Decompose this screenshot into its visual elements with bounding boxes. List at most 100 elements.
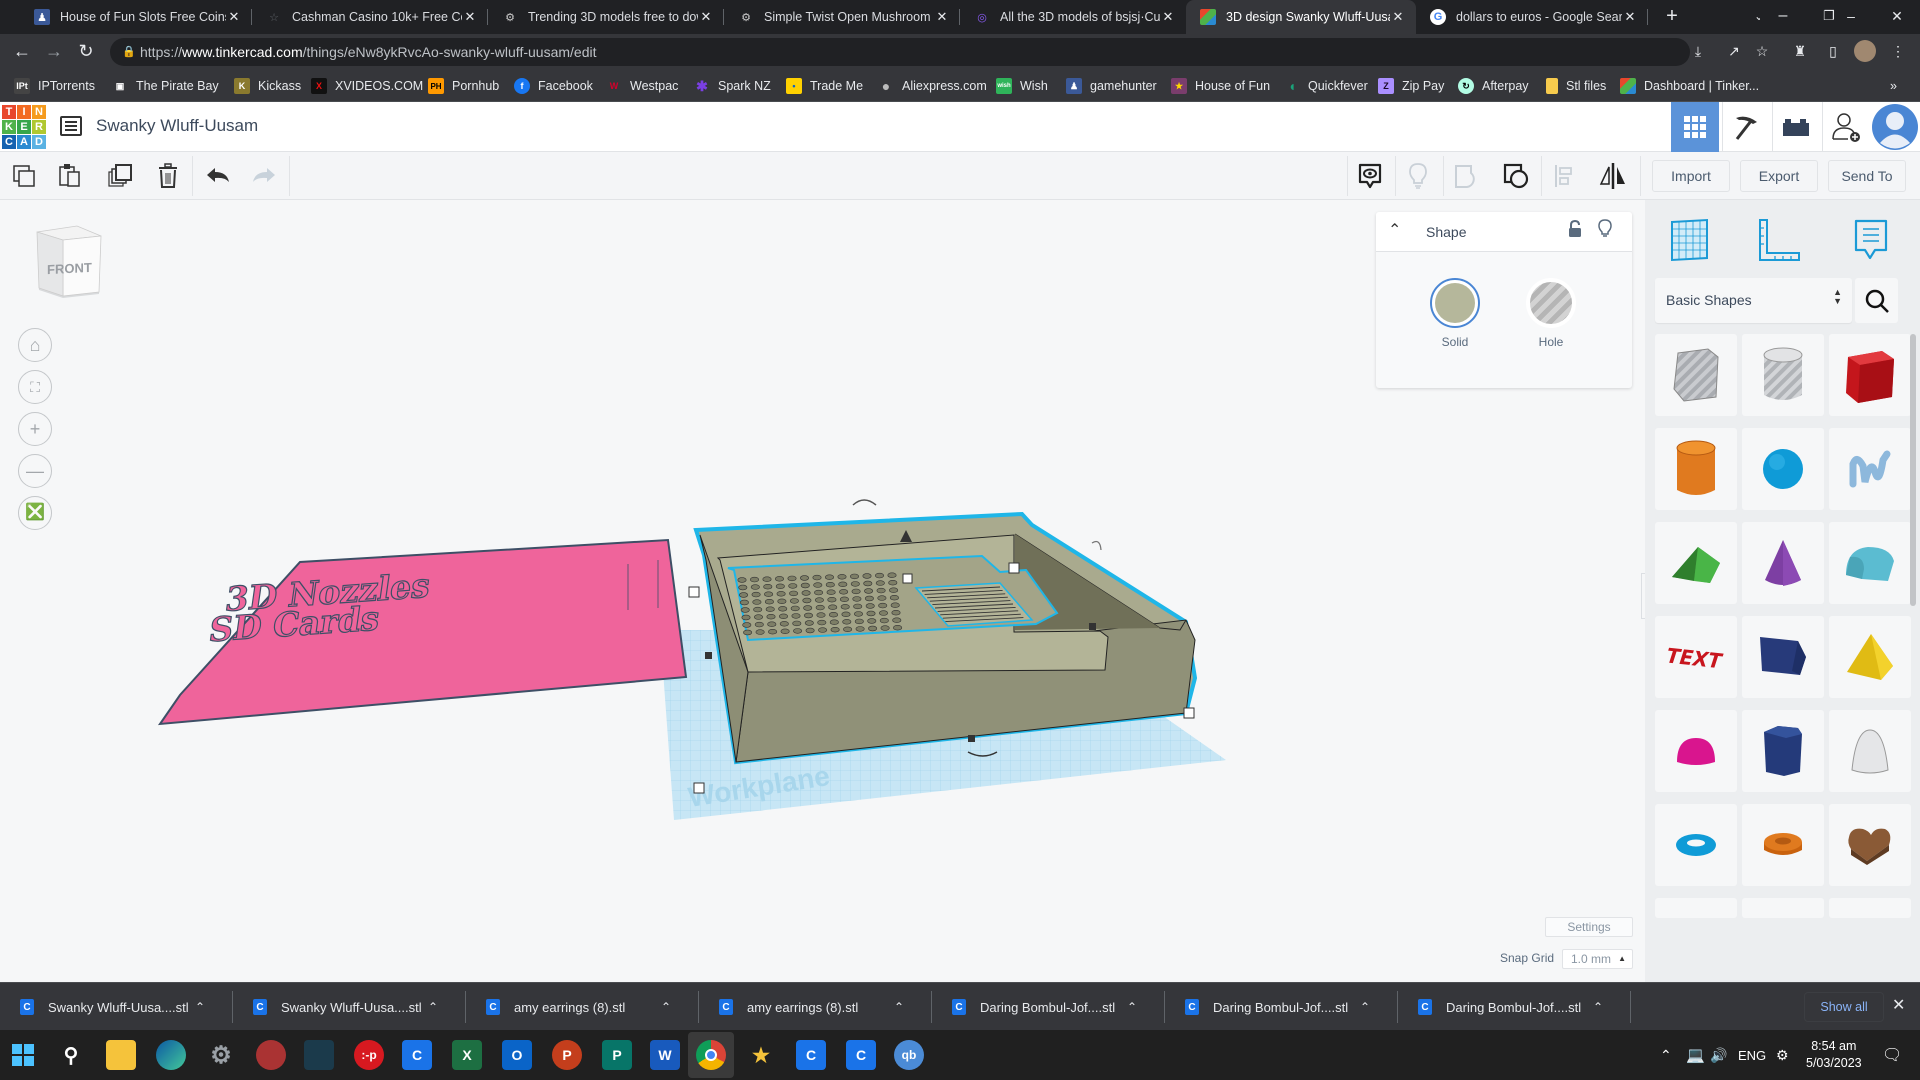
lock-icon[interactable] [1568,219,1582,237]
show-all-button[interactable] [1356,162,1384,190]
shape-pyramid[interactable] [1829,616,1911,698]
close-downloads-bar-icon[interactable]: ✕ [1892,995,1905,1015]
resize-handle-top[interactable] [902,573,913,584]
shape-box-hole[interactable] [1655,334,1737,416]
send-to-button[interactable]: Send To [1828,160,1906,192]
minecraft-view-button[interactable] [1722,102,1768,152]
resize-handle-edge[interactable] [1089,623,1096,630]
app-icon[interactable]: ★ [746,1040,776,1070]
settings-button[interactable]: Settings [1545,917,1633,937]
window-close-button[interactable]: ✕ [1874,0,1920,34]
solid-color-button[interactable] [1430,278,1480,328]
forward-button[interactable]: → [42,40,66,64]
ruler-tool-button[interactable] [1757,218,1801,267]
shape-heart[interactable] [1829,804,1911,886]
shape-polygon[interactable] [1742,616,1824,698]
resize-handle-edge[interactable] [968,735,975,742]
hide-button[interactable] [1404,162,1432,190]
shape-cell-partial[interactable] [1655,898,1737,918]
shape-cell-partial[interactable] [1829,898,1911,918]
import-button[interactable]: Import [1652,160,1730,192]
shape-tube[interactable] [1742,804,1824,886]
shape-cone[interactable] [1742,522,1824,604]
download-item[interactable]: C Daring Bombul-Jof....stl ⌃ [1398,983,1631,1031]
extensions-icon[interactable]: ♜ [1790,43,1810,61]
align-button[interactable] [1550,162,1578,190]
outlook-icon[interactable]: O [502,1040,532,1070]
shape-round-roof[interactable] [1829,522,1911,604]
bookmark[interactable]: wish Wish [996,77,1048,95]
bricks-view-button[interactable] [1772,102,1818,152]
shape-cylinder-hole[interactable] [1742,334,1824,416]
browser-tab[interactable]: ⚙ Trending 3D models free to dow ✕ [488,0,724,34]
bookmark[interactable]: ✱ Spark NZ [694,77,771,95]
download-item[interactable]: C Swanky Wluff-Uusa....stl ⌃ [233,983,466,1031]
reload-button[interactable]: ↻ [74,40,98,64]
user-avatar[interactable] [1870,102,1920,152]
bookmark[interactable]: ♟ gamehunter [1066,77,1157,95]
back-button[interactable]: ← [10,40,34,64]
bookmark[interactable]: Dashboard | Tinker... [1620,77,1759,95]
export-button[interactable]: Export [1740,160,1818,192]
paste-button[interactable] [56,162,84,190]
share-icon[interactable]: ↗ [1724,43,1744,61]
close-tab-icon[interactable]: ✕ [1160,9,1176,25]
cura-icon[interactable]: C [846,1040,876,1070]
settings-icon[interactable]: ⚙ [206,1040,236,1070]
bookmark[interactable]: ↻ Afterpay [1458,77,1529,95]
invite-user-button[interactable] [1822,102,1868,152]
show-hidden-icons-button[interactable]: ⌃ [1660,1030,1672,1080]
network-icon[interactable]: 💻 [1686,1030,1705,1080]
app-icon[interactable] [256,1040,286,1070]
install-app-icon[interactable]: ⤓ [1688,43,1708,61]
bookmark[interactable]: ◖ Quickfever [1284,77,1368,95]
clock[interactable]: 8:54 am 5/03/2023 [1806,1030,1862,1080]
redo-button[interactable] [250,162,278,190]
download-item[interactable]: C Daring Bombul-Jof....stl ⌃ [932,983,1165,1031]
start-button[interactable] [8,1040,38,1070]
chrome-icon[interactable] [696,1040,726,1070]
close-tab-icon[interactable]: ✕ [698,9,714,25]
shape-sphere[interactable] [1742,428,1824,510]
3d-viewport[interactable]: FRONT ⌂ ⛶ + — ❎ Workplane 3D Nozzles SD … [0,200,1655,982]
download-options-chevron-icon[interactable]: ⌃ [1360,1000,1370,1014]
bookmark[interactable]: PH Pornhub [428,77,499,95]
qbittorrent-icon[interactable]: qb [894,1040,924,1070]
download-item[interactable]: C Daring Bombul-Jof....stl ⌃ [1165,983,1398,1031]
bookmark[interactable]: f Facebook [514,77,593,95]
hole-button[interactable] [1526,278,1576,328]
browser-menu-icon[interactable]: ⋮ [1888,43,1908,61]
close-tab-icon[interactable]: ✕ [462,9,478,25]
shape-paraboloid[interactable] [1829,710,1911,792]
close-tab-icon[interactable]: ✕ [934,9,950,25]
duplicate-button[interactable] [106,162,134,190]
excel-icon[interactable]: X [452,1040,482,1070]
shape-hex-prism[interactable] [1742,710,1824,792]
bookmark[interactable]: IPt IPTorrents [14,77,95,95]
browser-tab[interactable]: G dollars to euros - Google Search ✕ [1416,0,1648,34]
notes-tool-button[interactable] [1853,218,1889,269]
mirror-button[interactable] [1598,162,1626,190]
shape-scribble[interactable] [1829,428,1911,510]
window-restore-button[interactable]: ❐ [1806,0,1852,34]
workplane-tool-button[interactable] [1669,218,1711,267]
download-options-chevron-icon[interactable]: ⌃ [894,1000,904,1014]
powerpoint-icon[interactable]: P [552,1040,582,1070]
cura-icon[interactable]: C [402,1040,432,1070]
download-options-chevron-icon[interactable]: ⌃ [1127,1000,1137,1014]
download-item[interactable]: Camy earrings (8).stl ⌃ [466,983,699,1031]
sidebar-scrollbar[interactable] [1910,334,1916,606]
quick-settings-icon[interactable]: ⚙ [1776,1030,1789,1080]
shape-half-sphere[interactable] [1655,710,1737,792]
bookmark[interactable]: K Kickass [234,77,301,95]
bookmark[interactable]: ★ House of Fun [1171,77,1270,95]
cura-icon[interactable]: C [796,1040,826,1070]
close-tab-icon[interactable]: ✕ [1622,9,1638,25]
app-icon[interactable]: :-p [354,1040,384,1070]
ungroup-button[interactable] [1502,162,1530,190]
group-button[interactable] [1452,162,1480,190]
profile-avatar[interactable] [1854,40,1876,62]
shape-cylinder[interactable] [1655,428,1737,510]
close-tab-icon[interactable]: ✕ [1390,9,1406,25]
bookmark[interactable]: W Westpac [606,77,679,95]
